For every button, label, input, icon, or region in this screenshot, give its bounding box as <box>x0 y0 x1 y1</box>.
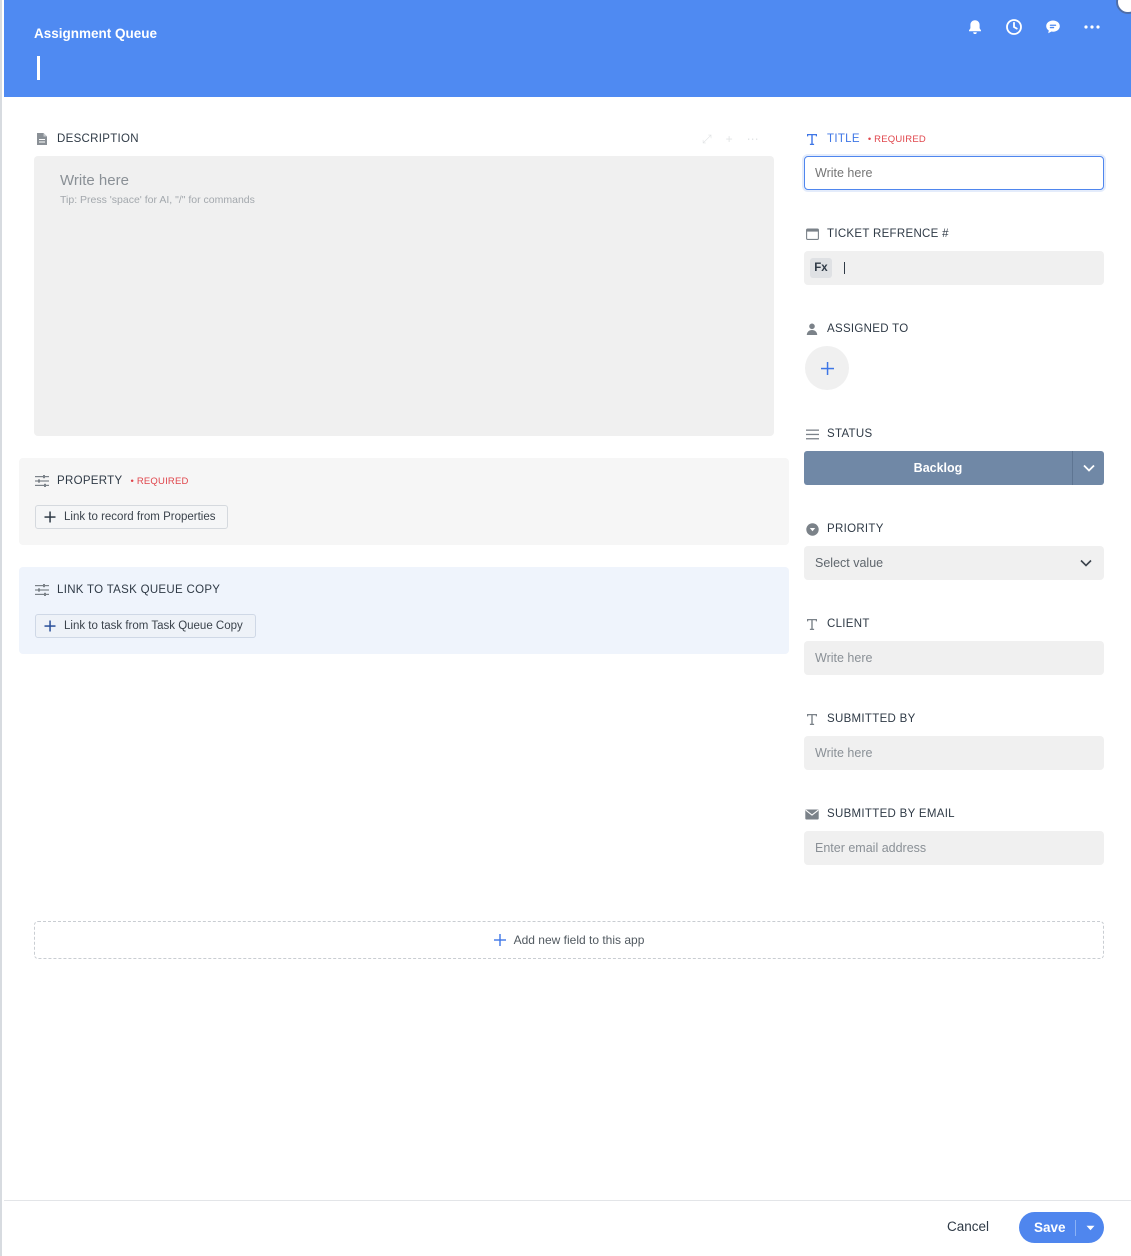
chevron-down-icon <box>1080 559 1092 567</box>
description-placeholder: Write here <box>60 172 129 189</box>
title-label-text: TITLE <box>827 133 860 145</box>
text-type-icon <box>805 617 819 631</box>
chevron-down-icon <box>1082 464 1095 472</box>
description-toolbar: ⤢ + ⋯ <box>702 132 759 147</box>
submitted-email-input[interactable]: Enter email address <box>804 831 1104 865</box>
person-icon <box>805 322 819 336</box>
item-modal: Assignment Queue DESCRIPTION ⤢ + ⋯ Write… <box>0 0 1131 1256</box>
link-property-label: Link to record from Properties <box>64 511 216 523</box>
property-label-text: PROPERTY <box>57 475 123 487</box>
clock-icon[interactable] <box>1004 17 1024 37</box>
priority-field-label: PRIORITY <box>805 522 884 536</box>
document-icon <box>35 132 49 146</box>
required-tag: • REQUIRED <box>867 133 926 145</box>
priority-label-text: PRIORITY <box>827 523 884 535</box>
submitted-by-field-label: SUBMITTED BY <box>805 712 916 726</box>
assigned-label-text: ASSIGNED TO <box>827 323 909 335</box>
client-field-label: CLIENT <box>805 617 870 631</box>
plus-icon <box>44 511 56 523</box>
app-title: Assignment Queue <box>34 26 158 41</box>
priority-select-value: Select value <box>815 556 884 570</box>
envelope-icon <box>805 807 819 821</box>
link-task-label: Link to task from Task Queue Copy <box>64 620 243 632</box>
submitted-by-input[interactable]: Write here <box>804 736 1104 770</box>
description-editor[interactable]: Write here Tip: Press 'space' for AI, "/… <box>34 156 774 436</box>
save-button[interactable]: Save <box>1019 1212 1104 1243</box>
more-icon[interactable]: ⋯ <box>747 132 759 147</box>
description-label: DESCRIPTION <box>35 132 139 146</box>
client-label-text: CLIENT <box>827 618 870 630</box>
more-icon[interactable] <box>1082 17 1102 37</box>
save-label: Save <box>1034 1220 1066 1235</box>
task-queue-panel: LINK TO TASK QUEUE COPY Link to task fro… <box>19 567 789 654</box>
save-options-toggle[interactable] <box>1076 1225 1104 1231</box>
text-caret <box>844 262 845 274</box>
caret-down-icon <box>1086 1225 1094 1230</box>
priority-select[interactable]: Select value <box>804 546 1104 580</box>
status-dropdown-toggle[interactable] <box>1072 451 1104 485</box>
plus-icon <box>493 934 506 946</box>
status-label-text: STATUS <box>827 428 873 440</box>
ticket-label-text: TICKET REFRENCE # <box>827 228 949 240</box>
modal-header: Assignment Queue <box>4 0 1131 97</box>
required-tag: • REQUIRED <box>130 475 189 487</box>
footer-divider <box>4 1200 1131 1201</box>
add-assignee-button[interactable] <box>805 346 849 390</box>
cancel-button[interactable]: Cancel <box>947 1219 989 1234</box>
calendar-icon <box>805 227 819 241</box>
priority-icon <box>805 522 819 536</box>
submitted-by-label-text: SUBMITTED BY <box>827 713 916 725</box>
link-property-button[interactable]: Link to record from Properties <box>35 505 229 529</box>
property-panel: PROPERTY • REQUIRED Link to record from … <box>19 458 789 545</box>
comment-icon[interactable] <box>1043 17 1063 37</box>
submitted-email-field-label: SUBMITTED BY EMAIL <box>805 807 955 821</box>
client-input[interactable]: Write here <box>804 641 1104 675</box>
list-icon <box>805 427 819 441</box>
task-queue-label: LINK TO TASK QUEUE COPY <box>35 583 220 597</box>
property-label: PROPERTY • REQUIRED <box>35 474 189 488</box>
plus-icon <box>820 361 834 375</box>
status-button[interactable]: Backlog <box>804 451 1072 485</box>
formula-badge: Fx <box>810 258 832 278</box>
submitted-email-label-text: SUBMITTED BY EMAIL <box>827 808 955 820</box>
link-task-button[interactable]: Link to task from Task Queue Copy <box>35 614 256 638</box>
ticket-field-label: TICKET REFRENCE # <box>805 227 949 241</box>
sliders-icon <box>35 474 49 488</box>
text-type-icon <box>805 132 819 146</box>
title-field-label: TITLE • REQUIRED <box>805 132 926 146</box>
title-input[interactable] <box>804 156 1104 190</box>
task-queue-label-text: LINK TO TASK QUEUE COPY <box>57 584 221 596</box>
assigned-field-label: ASSIGNED TO <box>805 322 908 336</box>
description-label-text: DESCRIPTION <box>57 133 139 145</box>
ticket-reference-field[interactable]: Fx <box>804 251 1104 285</box>
add-new-field-button[interactable]: Add new field to this app <box>34 921 1104 959</box>
sliders-icon <box>35 583 49 597</box>
text-type-icon <box>805 712 819 726</box>
plus-icon <box>44 620 56 632</box>
add-new-field-label: Add new field to this app <box>513 933 645 947</box>
title-caret <box>37 56 40 80</box>
expand-icon[interactable]: ⤢ <box>702 132 712 147</box>
bell-icon[interactable] <box>965 17 985 37</box>
description-tip: Tip: Press 'space' for AI, "/" for comma… <box>60 194 255 206</box>
plus-icon[interactable]: + <box>726 132 733 147</box>
status-field-label: STATUS <box>805 427 872 441</box>
